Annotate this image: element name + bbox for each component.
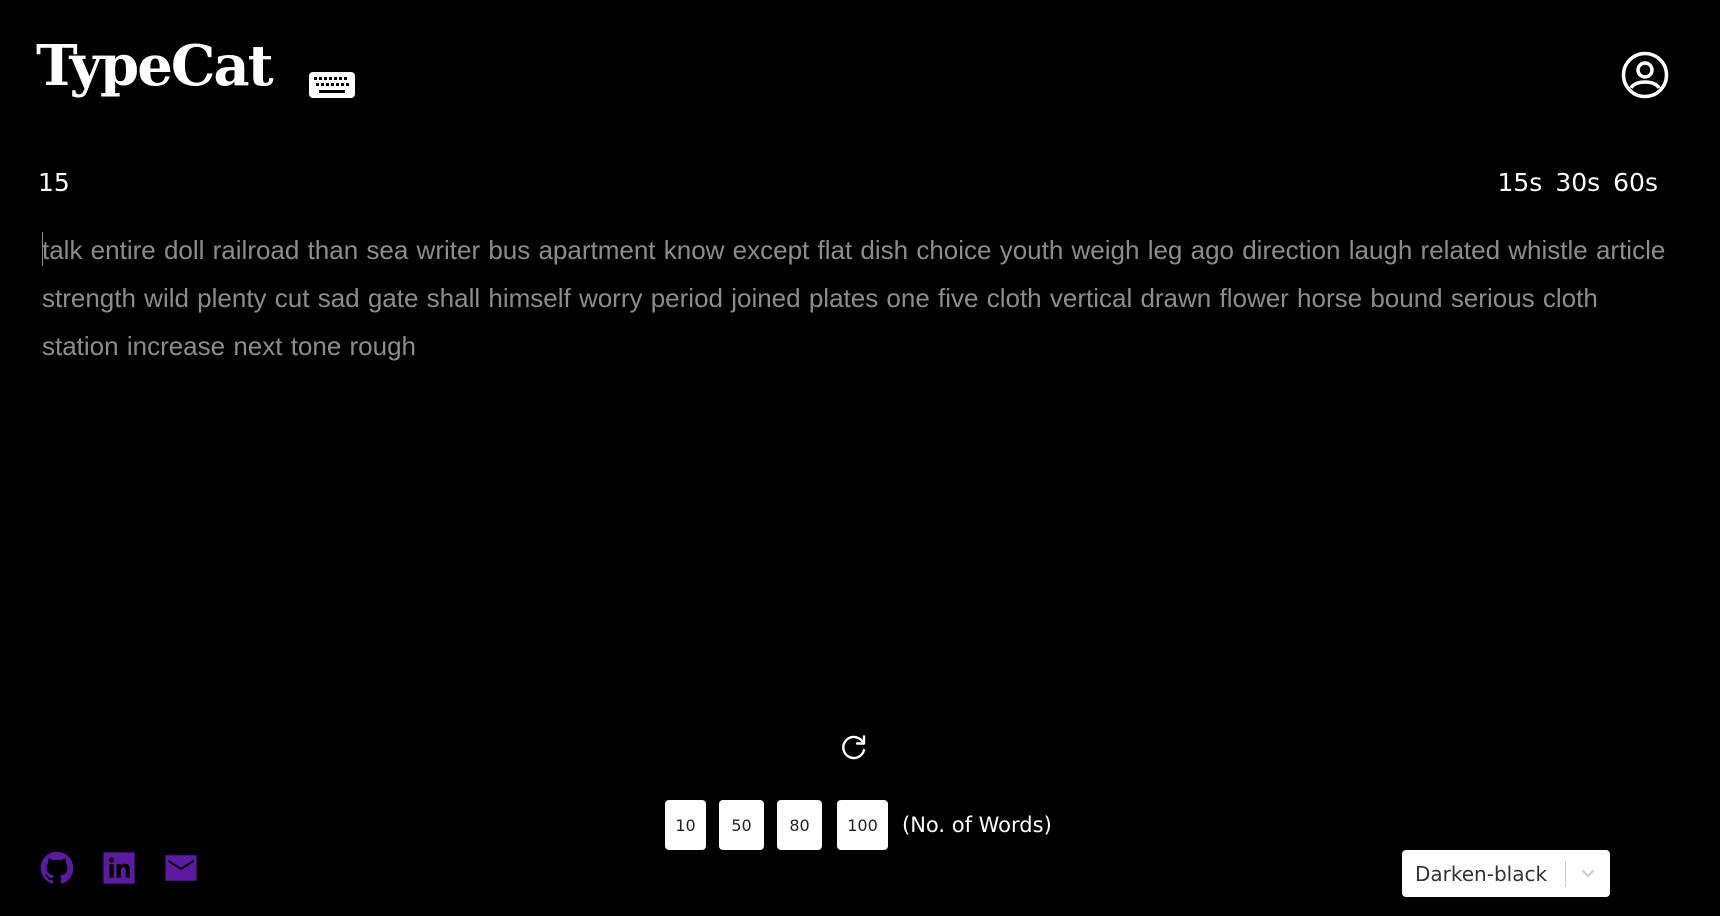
refresh-icon[interactable]	[838, 731, 870, 763]
mail-icon[interactable]	[164, 851, 198, 885]
theme-select-value: Darken-black	[1415, 861, 1548, 886]
keyboard-icon[interactable]	[309, 72, 355, 98]
typing-page: TypeCat 15 15s 30s 60s talk entire doll …	[0, 0, 1720, 916]
app-logo[interactable]: TypeCat	[36, 38, 274, 94]
user-circle-icon[interactable]	[1621, 51, 1669, 99]
time-option-30s[interactable]: 30s	[1555, 168, 1600, 197]
word-count-caption: (No. of Words)	[902, 813, 1052, 837]
word-count-10-button[interactable]: 10	[665, 800, 706, 850]
word-count-50-button[interactable]: 50	[719, 800, 764, 850]
github-icon[interactable]	[40, 851, 74, 885]
word-count-100-button[interactable]: 100	[837, 800, 888, 850]
theme-select[interactable]: Darken-black	[1402, 850, 1610, 897]
typing-caret	[42, 232, 43, 267]
word-count-options: 10 50 80 100 (No. of Words)	[665, 800, 1052, 850]
typing-words-area[interactable]: talk entire doll railroad than sea write…	[42, 226, 1682, 370]
time-option-15s[interactable]: 15s	[1497, 168, 1542, 197]
words-text: talk entire doll railroad than sea write…	[42, 235, 1666, 361]
time-option-60s[interactable]: 60s	[1613, 168, 1658, 197]
timer-countdown: 15	[38, 168, 70, 197]
chevron-down-icon[interactable]	[1566, 850, 1610, 897]
social-links	[40, 851, 198, 885]
linkedin-icon[interactable]	[102, 851, 136, 885]
word-count-80-button[interactable]: 80	[777, 800, 822, 850]
time-options: 15s 30s 60s	[1497, 168, 1658, 197]
